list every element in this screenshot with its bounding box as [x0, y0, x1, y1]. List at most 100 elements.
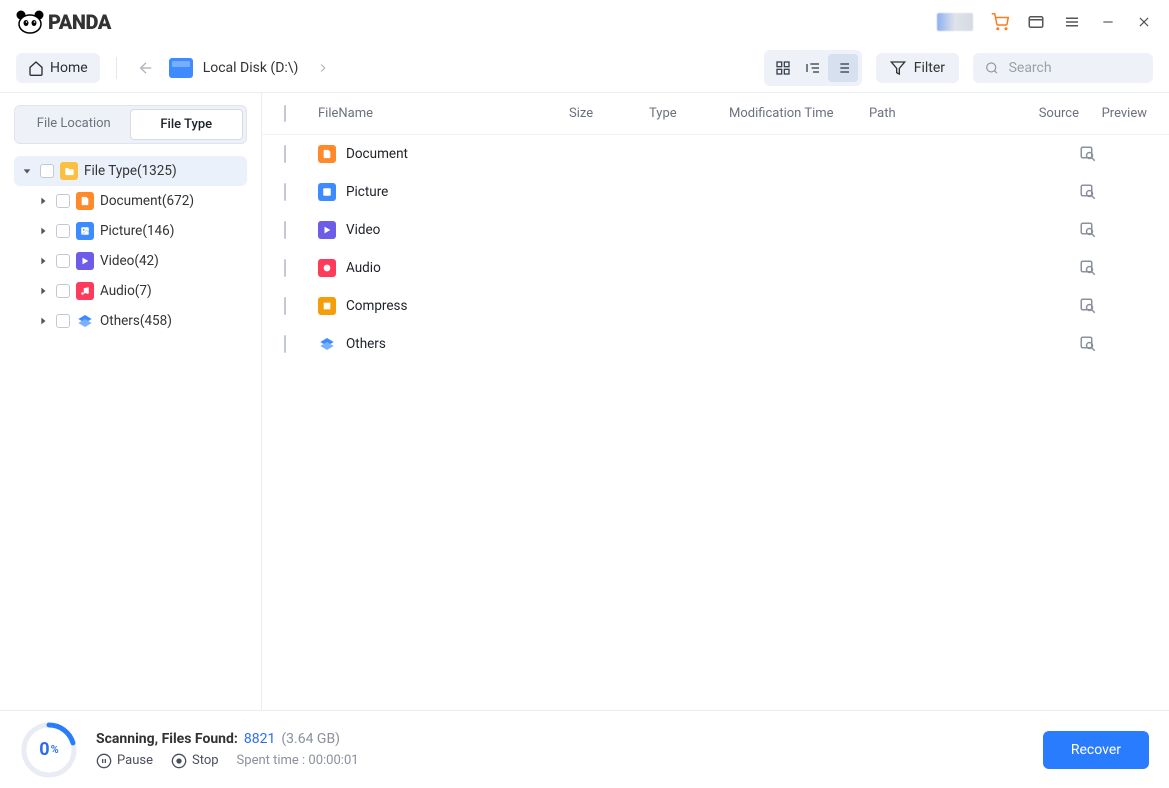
- search-box[interactable]: [973, 53, 1153, 83]
- picture-icon: [318, 183, 336, 201]
- breadcrumb-location[interactable]: Local Disk (D:\): [169, 58, 331, 78]
- view-tree-button[interactable]: [798, 54, 828, 82]
- stop-icon: [171, 753, 187, 769]
- compress-icon: [318, 297, 336, 315]
- chevron-right-icon: [316, 61, 330, 75]
- chevron-right-icon[interactable]: [36, 314, 50, 328]
- row-label: Document: [346, 146, 408, 162]
- home-label: Home: [50, 60, 88, 76]
- col-modification[interactable]: Modification Time: [729, 106, 869, 121]
- column-header: FileName Size Type Modification Time Pat…: [262, 93, 1169, 135]
- checkbox[interactable]: [284, 335, 286, 353]
- select-all-checkbox[interactable]: [284, 105, 286, 122]
- recover-button[interactable]: Recover: [1043, 731, 1149, 769]
- checkbox[interactable]: [284, 183, 286, 201]
- minimize-icon[interactable]: [1099, 13, 1117, 31]
- search-icon: [985, 60, 999, 76]
- search-input[interactable]: [1009, 60, 1141, 76]
- cart-icon[interactable]: [991, 13, 1009, 31]
- tree-root-label: File Type(1325): [84, 163, 177, 179]
- tree-item-video[interactable]: Video(42): [14, 246, 247, 276]
- chevron-right-icon[interactable]: [36, 224, 50, 238]
- preview-icon[interactable]: [1079, 335, 1147, 353]
- chevron-right-icon[interactable]: [36, 254, 50, 268]
- checkbox[interactable]: [56, 224, 70, 238]
- file-row-others[interactable]: Others: [262, 325, 1169, 363]
- tree-item-document[interactable]: Document(672): [14, 186, 247, 216]
- checkbox[interactable]: [56, 314, 70, 328]
- body: File Location File Type File Type(1325) …: [0, 92, 1169, 710]
- tree-item-others[interactable]: Others(458): [14, 306, 247, 336]
- filter-label: Filter: [914, 60, 945, 76]
- file-row-audio[interactable]: Audio: [262, 249, 1169, 287]
- preview-icon[interactable]: [1079, 297, 1147, 315]
- row-label: Compress: [346, 298, 407, 314]
- progress-percent: 0: [39, 739, 49, 760]
- col-size[interactable]: Size: [569, 106, 649, 121]
- audio-icon: [318, 259, 336, 277]
- checkbox[interactable]: [40, 164, 54, 178]
- col-type[interactable]: Type: [649, 106, 729, 121]
- others-icon: [76, 312, 94, 330]
- checkbox[interactable]: [284, 221, 286, 239]
- chevron-down-icon[interactable]: [20, 164, 34, 178]
- stop-button[interactable]: Stop: [171, 753, 219, 769]
- back-button[interactable]: [133, 55, 159, 81]
- footer: 0% Scanning, Files Found: 8821 (3.64 GB)…: [0, 710, 1169, 788]
- home-button[interactable]: Home: [16, 53, 100, 83]
- files-size: (3.64 GB): [281, 731, 340, 747]
- filter-icon: [890, 60, 906, 76]
- picture-icon: [76, 222, 94, 240]
- file-row-picture[interactable]: Picture: [262, 173, 1169, 211]
- tab-file-type[interactable]: File Type: [130, 109, 244, 140]
- file-row-compress[interactable]: Compress: [262, 287, 1169, 325]
- inbox-icon[interactable]: [1027, 13, 1045, 31]
- chevron-right-icon[interactable]: [36, 194, 50, 208]
- row-label: Others: [346, 336, 386, 352]
- tree-item-label: Others(458): [100, 313, 172, 329]
- app-logo: PANDA: [16, 10, 111, 34]
- close-icon[interactable]: [1135, 13, 1153, 31]
- pause-button[interactable]: Pause: [96, 753, 153, 769]
- file-row-video[interactable]: Video: [262, 211, 1169, 249]
- panda-logo-icon: [16, 10, 44, 34]
- tree-root[interactable]: File Type(1325): [14, 156, 247, 186]
- video-icon: [318, 221, 336, 239]
- col-filename[interactable]: FileName: [318, 106, 569, 121]
- tab-file-location[interactable]: File Location: [18, 109, 130, 140]
- checkbox[interactable]: [284, 145, 286, 163]
- footer-info: Scanning, Files Found: 8821 (3.64 GB) Pa…: [96, 731, 359, 769]
- view-mode-group: [764, 50, 862, 86]
- checkbox[interactable]: [56, 254, 70, 268]
- col-source[interactable]: Source: [1009, 106, 1079, 121]
- filter-button[interactable]: Filter: [876, 53, 959, 83]
- preview-icon[interactable]: [1079, 145, 1147, 163]
- preview-icon[interactable]: [1079, 183, 1147, 201]
- sidebar: File Location File Type File Type(1325) …: [0, 93, 262, 710]
- brand-text: PANDA: [48, 10, 111, 34]
- stop-label: Stop: [192, 753, 219, 768]
- checkbox[interactable]: [56, 194, 70, 208]
- col-preview[interactable]: Preview: [1079, 106, 1147, 121]
- file-list: Document Picture Video Audio: [262, 135, 1169, 710]
- row-label: Picture: [346, 184, 388, 200]
- account-chip[interactable]: [937, 13, 973, 31]
- chevron-right-icon[interactable]: [36, 284, 50, 298]
- tree: File Type(1325) Document(672) Picture(14…: [14, 156, 247, 336]
- checkbox[interactable]: [56, 284, 70, 298]
- video-icon: [76, 252, 94, 270]
- file-row-document[interactable]: Document: [262, 135, 1169, 173]
- col-path[interactable]: Path: [869, 106, 1009, 121]
- row-label: Video: [346, 222, 380, 238]
- checkbox[interactable]: [284, 259, 286, 277]
- tree-item-audio[interactable]: Audio(7): [14, 276, 247, 306]
- location-label: Local Disk (D:\): [203, 60, 299, 76]
- folder-icon: [60, 162, 78, 180]
- menu-icon[interactable]: [1063, 13, 1081, 31]
- preview-icon[interactable]: [1079, 259, 1147, 277]
- view-list-button[interactable]: [828, 54, 858, 82]
- tree-item-picture[interactable]: Picture(146): [14, 216, 247, 246]
- view-grid-button[interactable]: [768, 54, 798, 82]
- checkbox[interactable]: [284, 297, 286, 315]
- preview-icon[interactable]: [1079, 221, 1147, 239]
